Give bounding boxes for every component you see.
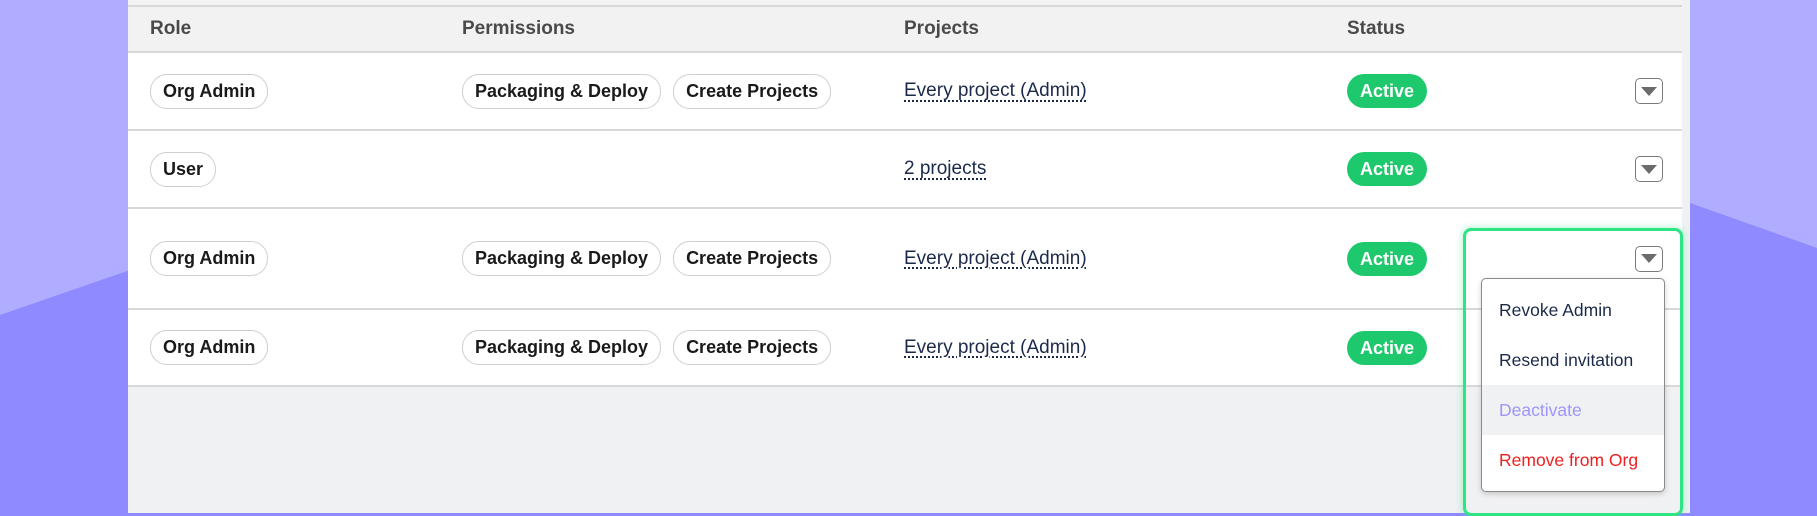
background-left — [0, 0, 130, 513]
role-pill: Org Admin — [150, 241, 269, 276]
projects-cell: 2 projects — [904, 131, 986, 207]
members-table: Role Permissions Projects Status Org Adm… — [128, 0, 1682, 387]
status-cell: Active — [1347, 131, 1428, 207]
menu-item-deactivate[interactable]: Deactivate — [1482, 385, 1664, 435]
projects-link[interactable]: Every project (Admin) — [904, 337, 1087, 359]
permission-pill: Create Projects — [673, 73, 832, 109]
permission-pill: Create Projects — [673, 241, 832, 276]
status-badge: Active — [1347, 74, 1428, 108]
row-actions-menu: Revoke Admin Resend invitation Deactivat… — [1481, 278, 1665, 492]
permission-pill: Packaging & Deploy — [462, 330, 662, 365]
projects-cell: Every project (Admin) — [904, 310, 1087, 385]
background-right — [1690, 0, 1817, 513]
role-cell: Org Admin — [150, 53, 269, 129]
menu-item-resend-invitation[interactable]: Resend invitation — [1482, 335, 1664, 385]
permissions-cell: Packaging & Deploy Create Projects — [462, 310, 832, 385]
status-cell: Active — [1347, 209, 1428, 308]
projects-link[interactable]: Every project (Admin) — [904, 80, 1087, 102]
column-header-role: Role — [150, 18, 192, 39]
row-actions-button[interactable] — [1635, 78, 1663, 104]
permissions-cell: Packaging & Deploy Create Projects — [462, 53, 832, 129]
role-cell: Org Admin — [150, 310, 269, 385]
role-cell: User — [150, 131, 217, 207]
table-top-strip — [128, 0, 1682, 7]
action-cell — [1635, 131, 1663, 207]
permission-pill: Packaging & Deploy — [462, 73, 662, 109]
projects-cell: Every project (Admin) — [904, 209, 1087, 308]
menu-item-remove-from-org[interactable]: Remove from Org — [1482, 435, 1664, 485]
role-pill: Org Admin — [150, 330, 269, 365]
row-actions-button[interactable] — [1635, 156, 1663, 182]
caret-down-icon — [1641, 86, 1657, 96]
column-header-permissions: Permissions — [462, 18, 575, 39]
table-row: Org Admin Packaging & Deploy Create Proj… — [128, 310, 1682, 387]
column-header-status: Status — [1347, 18, 1406, 39]
table-row: Org Admin Packaging & Deploy Create Proj… — [128, 53, 1682, 131]
role-pill: User — [150, 151, 217, 187]
table-header: Role Permissions Projects Status — [128, 7, 1682, 53]
status-badge: Active — [1347, 330, 1428, 365]
status-cell: Active — [1347, 310, 1428, 385]
table-row: Org Admin Packaging & Deploy Create Proj… — [128, 209, 1682, 310]
status-badge: Active — [1347, 241, 1428, 276]
projects-cell: Every project (Admin) — [904, 53, 1087, 129]
status-cell: Active — [1347, 53, 1428, 129]
members-panel: Role Permissions Projects Status Org Adm… — [128, 0, 1690, 516]
permissions-cell: Packaging & Deploy Create Projects — [462, 209, 832, 308]
projects-link[interactable]: Every project (Admin) — [904, 248, 1087, 270]
role-cell: Org Admin — [150, 209, 269, 308]
column-header-projects: Projects — [904, 18, 979, 39]
permission-pill: Create Projects — [673, 330, 832, 365]
table-row: User 2 projects Active — [128, 131, 1682, 209]
permission-pill: Packaging & Deploy — [462, 241, 662, 276]
action-cell — [1635, 53, 1663, 129]
projects-link[interactable]: 2 projects — [904, 158, 986, 180]
role-pill: Org Admin — [150, 73, 269, 109]
status-badge: Active — [1347, 152, 1428, 186]
menu-item-revoke-admin[interactable]: Revoke Admin — [1482, 285, 1664, 335]
caret-down-icon — [1641, 164, 1657, 174]
